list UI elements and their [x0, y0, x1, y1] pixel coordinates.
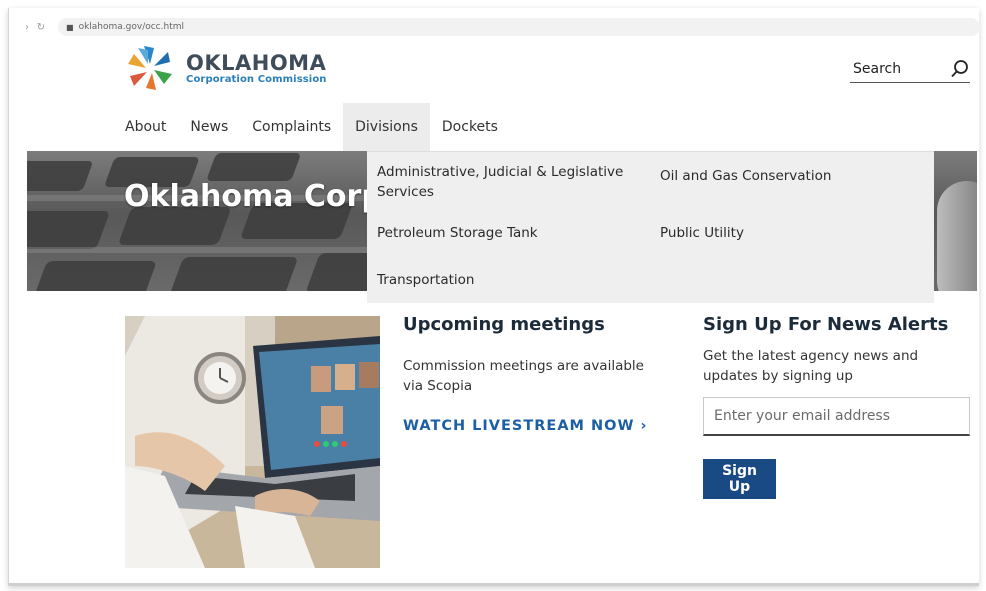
main-nav: About News Complaints Divisions Dockets: [113, 103, 510, 151]
address-text: oklahoma.gov/occ.html: [78, 22, 184, 32]
logo-star-icon: [128, 46, 172, 90]
nav-news[interactable]: News: [178, 103, 240, 151]
meetings-heading: Upcoming meetings: [403, 314, 605, 335]
menu-item-transportation[interactable]: Transportation: [377, 270, 474, 290]
hero-decoration: [937, 181, 977, 291]
watch-livestream-link[interactable]: WATCH LIVESTREAM NOW ›: [403, 418, 648, 434]
site-info-icon[interactable]: ■: [66, 23, 74, 32]
search-box[interactable]: Search: [850, 56, 970, 83]
sign-up-button[interactable]: Sign Up: [703, 459, 776, 499]
address-bar[interactable]: ■ oklahoma.gov/occ.html: [58, 18, 980, 36]
nav-complaints[interactable]: Complaints: [240, 103, 343, 151]
news-alerts-heading: Sign Up For News Alerts: [703, 314, 949, 335]
nav-about[interactable]: About: [113, 103, 178, 151]
search-icon[interactable]: [950, 59, 970, 79]
nav-dockets[interactable]: Dockets: [430, 103, 510, 151]
forward-icon[interactable]: ›: [20, 22, 34, 33]
email-field[interactable]: [703, 397, 970, 436]
search-label: Search: [853, 61, 902, 77]
logo-title: OKLAHOMA: [186, 50, 327, 75]
meetings-description: Commission meetings are available via Sc…: [403, 358, 644, 394]
menu-item-public-utility[interactable]: Public Utility: [660, 223, 744, 243]
site-logo[interactable]: OKLAHOMA Corporation Commission: [124, 42, 327, 94]
menu-item-administrative-judicial-legislative[interactable]: Administrative, Judicial & Legislative S…: [377, 162, 627, 202]
divisions-dropdown-menu: Administrative, Judicial & Legislative S…: [367, 151, 934, 303]
menu-item-petroleum-storage-tank[interactable]: Petroleum Storage Tank: [377, 223, 538, 243]
logo-subtitle: Corporation Commission: [186, 73, 327, 85]
nav-divisions[interactable]: Divisions: [343, 103, 430, 151]
menu-item-oil-gas-conservation[interactable]: Oil and Gas Conservation: [660, 166, 831, 186]
news-alerts-description: Get the latest agency news and updates b…: [703, 348, 919, 384]
hero-title: Oklahoma Corp: [124, 179, 383, 214]
browser-toolbar: › ↻ ■ oklahoma.gov/occ.html: [20, 18, 980, 36]
video-meeting-laptop-image: [125, 316, 380, 568]
reload-icon[interactable]: ↻: [34, 22, 48, 33]
